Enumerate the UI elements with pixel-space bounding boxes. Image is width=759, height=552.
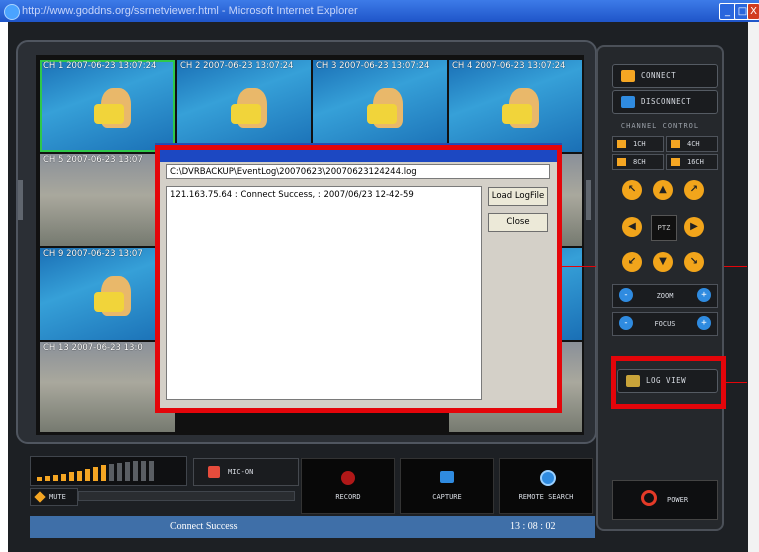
camera-channel-3[interactable]: CH 3 2007-06-23 13:07:24 bbox=[313, 60, 447, 152]
ptz-up-button[interactable]: ▲ bbox=[653, 180, 673, 200]
channel-label: CH 3 2007-06-23 13:07:24 bbox=[316, 61, 430, 71]
16ch-button[interactable]: 16CH bbox=[666, 154, 718, 170]
channel-control-header: CHANNEL CONTROL bbox=[620, 122, 700, 130]
camera-subject-shirt bbox=[502, 104, 533, 125]
camera-channel-1[interactable]: CH 1 2007-06-23 13:07:24 bbox=[40, 60, 175, 152]
dialog-close-button[interactable]: Close bbox=[488, 213, 548, 232]
zoom-out-icon[interactable]: - bbox=[619, 288, 633, 302]
channel-label: CH 9 2007-06-23 13:07 bbox=[43, 249, 143, 259]
volume-bar bbox=[125, 462, 130, 481]
1ch-button[interactable]: 1CH bbox=[612, 136, 664, 152]
capture-button[interactable]: CAPTURE bbox=[400, 458, 494, 514]
log-content-area[interactable]: 121.163.75.64 : Connect Success, : 2007/… bbox=[166, 186, 482, 400]
status-message: Connect Success bbox=[170, 521, 238, 532]
volume-bar bbox=[141, 461, 146, 481]
record-icon bbox=[341, 471, 355, 485]
microphone-icon bbox=[208, 466, 220, 478]
zoom-in-icon[interactable]: + bbox=[697, 288, 711, 302]
camera-channel-2[interactable]: CH 2 2007-06-23 13:07:24 bbox=[177, 60, 311, 152]
ptz-down-left-button[interactable]: ↙ bbox=[622, 252, 642, 272]
power-icon bbox=[641, 490, 657, 506]
camera-channel-4[interactable]: CH 4 2007-06-23 13:07:24 bbox=[449, 60, 582, 152]
ptz-up-right-button[interactable]: ↗ bbox=[684, 180, 704, 200]
remote-search-button[interactable]: REMOTE SEARCH bbox=[499, 458, 593, 514]
connect-icon bbox=[621, 70, 635, 82]
power-button[interactable]: POWER bbox=[612, 480, 718, 520]
ptz-right-button[interactable]: ▶ bbox=[684, 217, 704, 237]
log-entry: 121.163.75.64 : Connect Success, : 2007/… bbox=[170, 190, 414, 200]
focus-label: FOCUS bbox=[654, 320, 676, 328]
focus-out-icon[interactable]: - bbox=[619, 316, 633, 330]
callout-line-logview bbox=[721, 382, 747, 383]
channel-icon bbox=[671, 158, 680, 166]
ptz-down-button[interactable]: ▼ bbox=[653, 252, 673, 272]
camera-icon bbox=[440, 471, 454, 483]
volume-bar bbox=[85, 469, 90, 481]
volume-bar bbox=[93, 467, 98, 481]
volume-bar bbox=[109, 464, 114, 481]
mute-button[interactable]: MUTE bbox=[30, 488, 78, 506]
internet-explorer-icon bbox=[4, 4, 20, 20]
volume-bar bbox=[69, 472, 74, 481]
camera-subject-shirt bbox=[366, 104, 397, 125]
log-file-path-field[interactable]: C:\DVRBACKUP\EventLog\20070623\200706231… bbox=[166, 164, 550, 179]
camera-subject-shirt bbox=[94, 104, 124, 125]
volume-bar bbox=[61, 474, 66, 481]
focus-in-icon[interactable]: + bbox=[697, 316, 711, 330]
volume-bar bbox=[101, 465, 106, 481]
close-window-button[interactable]: X bbox=[747, 3, 759, 20]
window-title: http://www.goddns.org/ssrnetviewer.html … bbox=[22, 5, 358, 17]
disconnect-icon bbox=[621, 96, 635, 108]
volume-bar bbox=[45, 476, 50, 481]
load-logfile-button[interactable]: Load LogFile bbox=[488, 187, 548, 206]
right-panel-handle bbox=[586, 180, 591, 220]
focus-control: - FOCUS + bbox=[612, 312, 718, 336]
volume-bar bbox=[133, 461, 138, 481]
volume-bar bbox=[37, 477, 42, 481]
record-button[interactable]: RECORD bbox=[301, 458, 395, 514]
8ch-button[interactable]: 8CH bbox=[612, 154, 664, 170]
channel-label: CH 5 2007-06-23 13:07 bbox=[43, 155, 143, 165]
volume-bar bbox=[53, 475, 58, 481]
status-time: 13 : 08 : 02 bbox=[510, 521, 556, 532]
status-bar: Connect Success 13 : 08 : 02 bbox=[30, 516, 595, 538]
4ch-button[interactable]: 4CH bbox=[666, 136, 718, 152]
channel-label: CH 1 2007-06-23 13:07:24 bbox=[43, 61, 157, 71]
connect-button[interactable]: CONNECT bbox=[612, 64, 718, 88]
ptz-up-left-button[interactable]: ↖ bbox=[622, 180, 642, 200]
channel-icon bbox=[617, 158, 626, 166]
volume-bar bbox=[117, 463, 122, 481]
mute-icon bbox=[34, 491, 46, 503]
channel-icon bbox=[671, 140, 680, 148]
mic-on-button[interactable]: MIC-ON bbox=[193, 458, 299, 486]
disconnect-button[interactable]: DISCONNECT bbox=[612, 90, 718, 114]
ptz-down-right-button[interactable]: ↘ bbox=[684, 252, 704, 272]
magnifier-icon bbox=[540, 470, 556, 486]
zoom-label: ZOOM bbox=[656, 292, 674, 300]
channel-label: CH 4 2007-06-23 13:07:24 bbox=[452, 61, 566, 71]
volume-bar bbox=[77, 471, 82, 481]
zoom-control: - ZOOM + bbox=[612, 284, 718, 308]
window-titlebar: http://www.goddns.org/ssrnetviewer.html … bbox=[0, 0, 759, 22]
camera-subject-shirt bbox=[230, 104, 261, 125]
browser-side-strip bbox=[748, 22, 759, 552]
left-panel-handle bbox=[18, 180, 23, 220]
ptz-center: PTZ bbox=[651, 215, 677, 241]
channel-label: CH 2 2007-06-23 13:07:24 bbox=[180, 61, 294, 71]
highlight-box-logview bbox=[611, 356, 726, 409]
channel-label: CH 13 2007-06-23 13:0 bbox=[43, 343, 143, 353]
volume-bar bbox=[149, 461, 154, 481]
volume-slider[interactable] bbox=[78, 491, 295, 501]
camera-subject-shirt bbox=[94, 292, 124, 313]
volume-meter[interactable] bbox=[30, 456, 187, 486]
ptz-left-button[interactable]: ◀ bbox=[622, 217, 642, 237]
channel-icon bbox=[617, 140, 626, 148]
